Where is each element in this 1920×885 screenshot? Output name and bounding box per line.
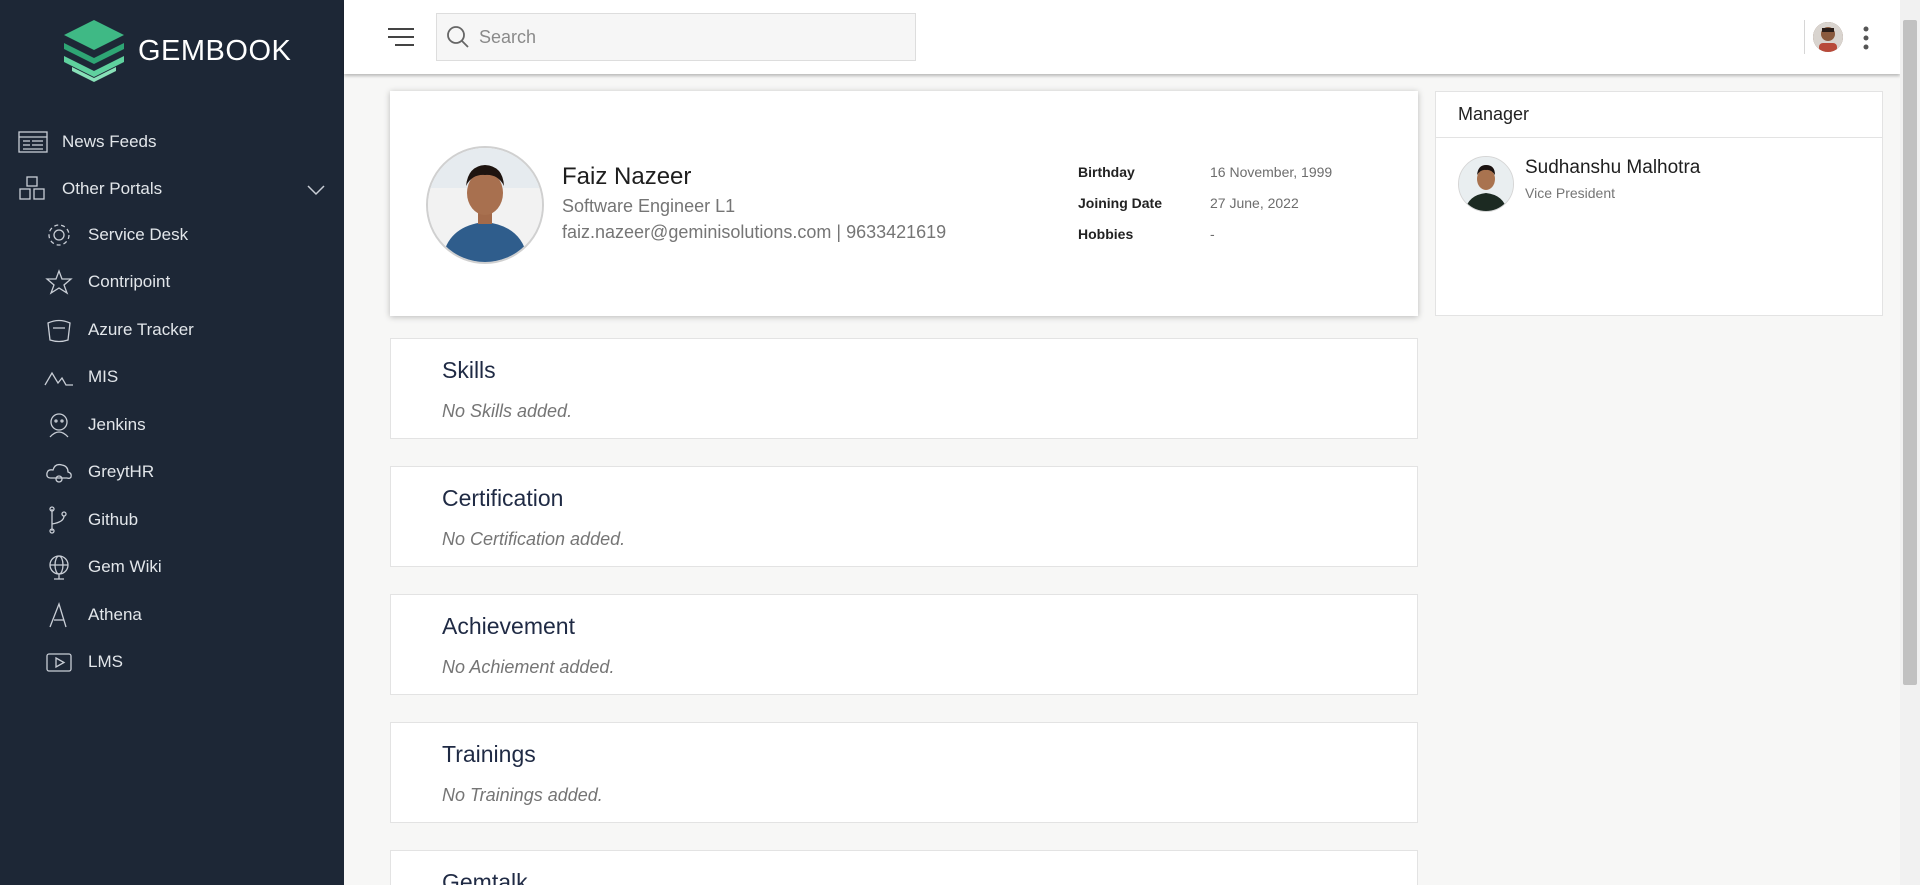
sidebar-item-mis[interactable]: MIS: [44, 363, 118, 391]
section-title: Skills: [442, 357, 496, 383]
search-icon: [447, 26, 469, 48]
achievement-section: Achievement No Achiement added.: [390, 594, 1418, 695]
birthday-label: Birthday: [1078, 164, 1135, 180]
certification-section: Certification No Certification added.: [390, 466, 1418, 567]
sidebar-item-label: Gem Wiki: [88, 557, 162, 576]
page-scrollbar[interactable]: [1900, 0, 1920, 885]
sidebar-item-label: Jenkins: [88, 415, 146, 434]
sidebar-item-greythr[interactable]: GreytHR: [44, 458, 154, 486]
section-title: Trainings: [442, 741, 536, 767]
more-options-icon[interactable]: [1862, 26, 1870, 50]
sidebar-item-azure-tracker[interactable]: Azure Tracker: [44, 316, 194, 344]
video-icon: [46, 653, 72, 672]
hobbies-label: Hobbies: [1078, 226, 1134, 242]
profile-avatar: [426, 146, 544, 264]
portals-icon: [19, 176, 45, 200]
sidebar-item-label: News Feeds: [62, 132, 157, 151]
star-icon: [45, 269, 73, 295]
chevron-down-icon[interactable]: [306, 180, 326, 200]
sidebar-item-gem-wiki[interactable]: Gem Wiki: [44, 553, 162, 581]
sidebar-item-lms[interactable]: LMS: [44, 648, 123, 676]
scrollbar-thumb[interactable]: [1903, 20, 1917, 685]
sidebar-item-news-feeds[interactable]: News Feeds: [18, 128, 156, 156]
sidebar-item-label: Github: [88, 510, 139, 529]
sidebar-item-label: Contripoint: [88, 272, 171, 291]
sidebar-item-label: Athena: [88, 605, 142, 624]
cloud-icon: [46, 463, 72, 483]
profile-role: Software Engineer L1: [562, 196, 736, 216]
section-empty-text: No Trainings added.: [442, 785, 603, 805]
section-title: Certification: [442, 485, 564, 511]
profile-contact: faiz.nazeer@geminisolutions.com | 963342…: [562, 222, 947, 242]
section-empty-text: No Achiement added.: [442, 657, 615, 677]
sidebar: GEMBOOK News Feeds Other Portals Service…: [0, 0, 344, 885]
sidebar-item-other-portals[interactable]: Other Portals: [18, 175, 162, 203]
manager-divider: [1436, 137, 1882, 138]
sidebar-item-service-desk[interactable]: Service Desk: [44, 221, 188, 249]
profile-card: Faiz Nazeer Software Engineer L1 faiz.na…: [390, 91, 1418, 316]
user-avatar-image: [1813, 22, 1843, 52]
sidebar-item-label: GreytHR: [88, 462, 155, 481]
user-avatar[interactable]: [1813, 22, 1843, 52]
search-box[interactable]: [436, 13, 916, 61]
gemtalk-section: Gemtalk: [390, 850, 1418, 885]
birthday-value: 16 November, 1999: [1210, 164, 1333, 180]
athena-icon: [49, 602, 67, 628]
section-title: Achievement: [442, 613, 575, 639]
sidebar-item-github[interactable]: Github: [44, 506, 138, 534]
sidebar-item-athena[interactable]: Athena: [44, 601, 142, 629]
manager-title: Manager: [1458, 104, 1530, 124]
gembook-logo-icon: [64, 20, 124, 82]
git-branch-icon: [49, 506, 67, 534]
globe-icon: [49, 555, 69, 580]
joining-date-label: Joining Date: [1078, 195, 1163, 211]
trainings-section: Trainings No Trainings added.: [390, 722, 1418, 823]
hamburger-menu-icon[interactable]: [388, 26, 414, 48]
news-feed-icon: [18, 131, 48, 153]
jenkins-icon: [49, 413, 69, 438]
sidebar-item-label: LMS: [88, 652, 123, 671]
chart-line-icon: [44, 371, 73, 386]
sidebar-item-jenkins[interactable]: Jenkins: [44, 411, 146, 439]
manager-card: Manager Sudhanshu Malhotra Vice Presiden…: [1435, 91, 1883, 316]
sidebar-item-label: Service Desk: [88, 225, 189, 244]
manager-name[interactable]: Sudhanshu Malhotra: [1525, 157, 1700, 179]
sidebar-item-contripoint[interactable]: Contripoint: [44, 268, 170, 296]
brand-name: GEMBOOK: [138, 34, 292, 67]
gear-icon: [48, 224, 70, 246]
skills-section: Skills No Skills added.: [390, 338, 1418, 439]
joining-date-value: 27 June, 2022: [1210, 195, 1299, 211]
hobbies-value: -: [1210, 226, 1215, 242]
sidebar-item-label: Azure Tracker: [88, 320, 194, 339]
profile-photo: [428, 148, 542, 262]
top-bar: [344, 0, 1900, 74]
manager-role: Vice President: [1525, 185, 1616, 201]
manager-photo: [1459, 157, 1513, 211]
manager-avatar[interactable]: [1458, 156, 1514, 212]
tracker-icon: [47, 319, 71, 343]
section-empty-text: No Certification added.: [442, 529, 626, 549]
profile-name: Faiz Nazeer: [562, 163, 692, 190]
brand-logo[interactable]: GEMBOOK: [60, 18, 291, 84]
section-empty-text: No Skills added.: [442, 401, 573, 421]
section-title: Gemtalk: [442, 869, 528, 885]
sidebar-item-label: Other Portals: [62, 179, 163, 198]
topbar-divider: [1804, 20, 1805, 54]
sidebar-item-label: MIS: [88, 367, 119, 386]
search-input[interactable]: [477, 25, 901, 49]
